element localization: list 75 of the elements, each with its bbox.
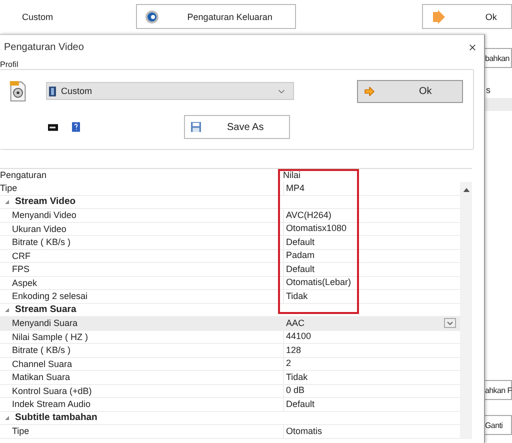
column-header: Pengaturan (0, 169, 48, 182)
ok-button[interactable]: Ok (357, 80, 463, 102)
side-label: s (485, 85, 492, 96)
chevron-down-icon (278, 88, 285, 94)
gear-icon (145, 10, 160, 24)
property-name: Kontrol Suara (+dB) (11, 384, 93, 397)
property-value: AAC (286, 316, 305, 330)
property-name: Indek Stream Audio (11, 398, 92, 410)
property-value: AVC(H264) (286, 208, 332, 222)
property-value: MP4 (286, 182, 305, 194)
property-value: Otomatis(Lebar) (286, 276, 352, 289)
scrollbar[interactable] (460, 182, 472, 438)
profile-dropdown[interactable]: Custom (46, 82, 294, 100)
property-row[interactable]: Menyandi Suara AAC (0, 317, 460, 330)
property-name: Tipe (11, 425, 30, 438)
property-row[interactable]: Matikan Suara Tidak (0, 371, 460, 384)
list-row[interactable] (484, 98, 512, 111)
property-row[interactable]: CRF Padam (0, 250, 460, 263)
property-name: Bitrate ( KB/s ) (11, 344, 72, 356)
expanded-icon[interactable] (5, 200, 9, 204)
arrow-right-icon (364, 86, 375, 96)
column-header: Nilai (283, 169, 301, 182)
property-name: FPS (11, 263, 31, 276)
window-title: Pengaturan Video (4, 42, 84, 52)
property-value: Default (286, 236, 315, 248)
output-settings-button[interactable]: Pengaturan Keluaran (136, 4, 296, 29)
group-label: Profil (0, 61, 20, 69)
scroll-up-icon[interactable] (462, 188, 470, 192)
property-value: Otomatisx1080 (286, 222, 347, 235)
dropdown-value: Custom (61, 86, 94, 96)
property-value: Tidak (286, 290, 308, 302)
property-name: Menyandi Suara (11, 317, 79, 330)
property-row[interactable]: Bitrate ( KB/s ) Default (0, 236, 460, 250)
property-value: Padam (286, 249, 315, 262)
property-name: Matikan Suara (11, 371, 72, 384)
property-row[interactable]: Menyandi Video AVC(H264) (0, 209, 460, 222)
expanded-icon[interactable] (5, 416, 9, 420)
property-name: Ukuran Video (11, 222, 68, 235)
property-value: 44100 (286, 330, 312, 343)
property-row[interactable]: Tipe Otomatis (0, 425, 460, 438)
category-label: Subtitle tambahan (15, 411, 98, 424)
property-name: Enkoding 2 selesai (11, 290, 89, 302)
arrow-right-icon (433, 10, 446, 24)
close-icon[interactable] (469, 44, 476, 50)
property-row[interactable]: Nilai Sample ( HZ ) 44100 (0, 330, 460, 344)
ok-button[interactable]: Ok (422, 4, 512, 29)
property-name: Tipe (0, 182, 18, 194)
property-name: CRF (11, 250, 32, 262)
property-name: Channel Suara (11, 358, 74, 370)
property-name: Nilai Sample ( HZ ) (11, 330, 90, 343)
property-row[interactable]: Bitrate ( KB/s ) 128 (0, 344, 460, 358)
expanded-icon[interactable] (5, 308, 9, 312)
property-value: Default (286, 262, 315, 276)
dropdown-icon[interactable] (444, 318, 456, 328)
property-name: Menyandi Video (11, 209, 78, 222)
category-label: Stream Video (15, 195, 76, 208)
property-value: 128 (286, 344, 302, 356)
property-value: 2 (286, 357, 292, 370)
profile-label: Custom (22, 12, 54, 22)
film-icon (49, 86, 56, 96)
property-value: 0 dB (286, 384, 305, 397)
property-row[interactable]: Channel Suara 2 (0, 358, 460, 371)
property-value: Default (286, 398, 315, 410)
category-label: Stream Suara (15, 303, 76, 316)
video-file-icon (9, 80, 27, 102)
property-value: Tidak (286, 370, 308, 384)
property-row[interactable]: FPS Default (0, 263, 460, 276)
help-icon[interactable] (72, 122, 80, 132)
property-name: Bitrate ( KB/s ) (11, 236, 72, 248)
property-row[interactable]: Ukuran Video Otomatisx1080 (0, 222, 460, 236)
property-value: Otomatis (286, 424, 322, 438)
property-row[interactable]: Kontrol Suara (+dB) 0 dB (0, 384, 460, 398)
property-row[interactable]: Aspek Otomatis(Lebar) (0, 276, 460, 290)
property-name: Aspek (11, 276, 38, 289)
save-as-button[interactable]: Save As (184, 115, 290, 139)
